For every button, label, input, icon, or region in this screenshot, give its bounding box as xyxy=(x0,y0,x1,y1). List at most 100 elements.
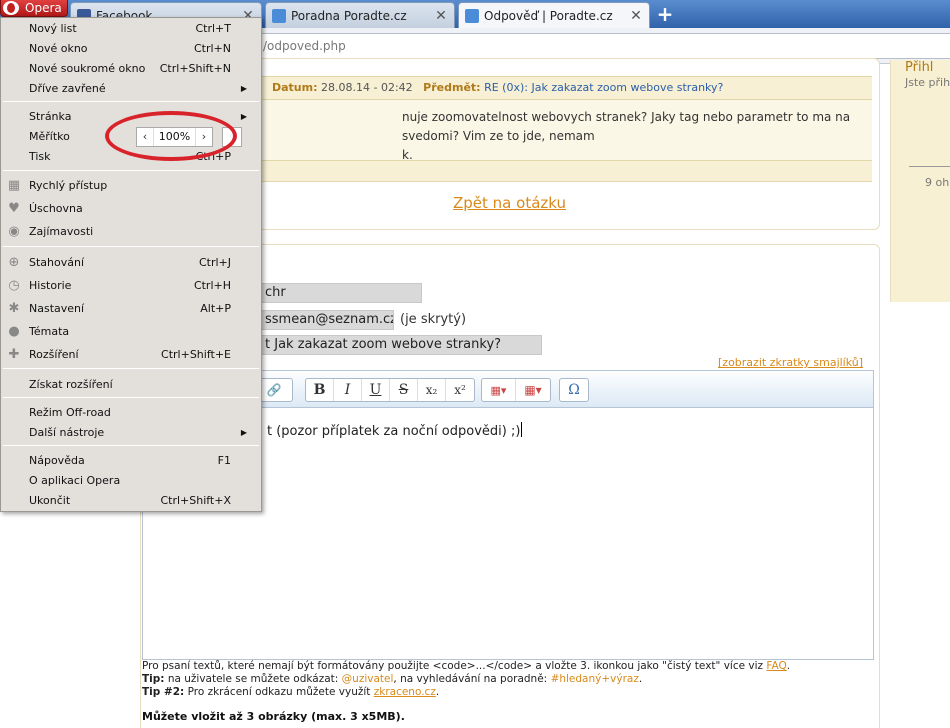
menu-item-extensions[interactable]: ✚ Rozšíření Ctrl+Shift+E xyxy=(1,345,261,365)
menu-label: Historie xyxy=(29,279,72,292)
eye-icon: ◉ xyxy=(8,224,20,239)
menu-shortcut: Ctrl+Shift+X xyxy=(160,494,231,507)
url-field[interactable]: /odpoved.php xyxy=(180,33,950,59)
opera-button-label: Opera xyxy=(25,1,62,15)
new-tab-button[interactable]: + xyxy=(652,4,678,26)
menu-label: Měřítko xyxy=(29,130,70,143)
tab-odpoved[interactable]: Odpověď | Poradte.cz ✕ xyxy=(458,2,650,28)
drop-icon: ● xyxy=(8,324,20,339)
tip-user-example: @uzivatel xyxy=(341,673,394,685)
email-input[interactable]: ssmean@seznam.cz xyxy=(260,310,394,330)
bold-button[interactable]: B xyxy=(306,379,334,401)
menu-shortcut: F1 xyxy=(217,454,231,467)
menu-item-exit[interactable]: Ukončit Ctrl+Shift+X xyxy=(1,491,261,511)
menu-item-history[interactable]: ◷ Historie Ctrl+H xyxy=(1,276,261,296)
toolbar-group-insert: ▦▾ ▦▾ xyxy=(481,378,551,402)
login-sidebar: Přihl Jste přihlá 9 oh xyxy=(890,60,950,302)
menu-item-off-road[interactable]: Režim Off-road xyxy=(1,403,261,423)
menu-shortcut: Ctrl+N xyxy=(193,42,231,55)
table-dropdown-icon[interactable]: ▦▾ xyxy=(516,379,550,401)
zkraceno-link[interactable]: zkraceno.cz xyxy=(374,686,436,698)
menu-separator xyxy=(3,101,259,102)
menu-label: Rychlý přístup xyxy=(29,179,108,192)
tab-title: Odpověď | Poradte.cz xyxy=(484,8,613,23)
speed-dial-icon: ▦ xyxy=(7,178,21,193)
menu-label: Nové soukromé okno xyxy=(29,62,146,75)
menu-label: Témata xyxy=(29,325,70,338)
opera-menu-button[interactable]: Opera xyxy=(0,0,68,17)
menu-label: Nápověda xyxy=(29,454,85,467)
email-hidden-note: (je skrytý) xyxy=(400,312,467,327)
tip-search-example: #hledaný+výraz xyxy=(550,673,639,685)
puzzle-icon: ✚ xyxy=(8,347,20,362)
opera-main-menu: Nový list Ctrl+T Nové okno Ctrl+N Nové sou… xyxy=(0,17,262,512)
menu-item-stash[interactable]: ♥ Úschovna xyxy=(1,199,261,219)
menu-label: Zajímavosti xyxy=(29,225,94,238)
menu-item-settings[interactable]: ✱ Nastavení Alt+P xyxy=(1,299,261,319)
menu-item-about[interactable]: O aplikaci Opera xyxy=(1,471,261,491)
menu-item-speed-dial[interactable]: ▦ Rychlý přístup xyxy=(1,176,261,196)
menu-label: Ukončit xyxy=(29,494,71,507)
subject-label: Předmět: xyxy=(423,81,481,94)
menu-shortcut: Ctrl+Shift+E xyxy=(161,348,231,361)
poradte-favicon-icon xyxy=(465,8,479,23)
date-label: Datum: xyxy=(272,81,318,94)
close-icon[interactable]: ✕ xyxy=(434,8,448,24)
menu-item-recently-closed[interactable]: Dříve zavřené ▶ xyxy=(1,79,261,99)
sidebar-login-text: Jste přihlá xyxy=(905,76,950,89)
strikethrough-button[interactable]: S xyxy=(390,379,418,401)
underline-button[interactable]: U xyxy=(362,379,390,401)
show-smileys-link[interactable]: [zobrazit zkratky smajlíků] xyxy=(718,356,863,369)
upload-note: Můžete vložit až 3 obrázky (max. 3 x5MB)… xyxy=(142,710,405,723)
toolbar-group-format: B I U S x₂ x² xyxy=(305,378,475,402)
menu-label: Nastavení xyxy=(29,302,85,315)
tab-poradna[interactable]: Poradna Poradte.cz ✕ xyxy=(265,2,455,28)
menu-item-more-tools[interactable]: Další nástroje ▶ xyxy=(1,423,261,443)
question-subject: RE (0x): Jak zakazat zoom webove stranky… xyxy=(484,81,724,94)
editor-text: t (pozor příplatek za noční odpovědi) ;) xyxy=(267,424,521,439)
question-line: nuje zoomovatelnost webovych stranek? Ja… xyxy=(402,110,851,143)
heart-icon: ♥ xyxy=(8,201,20,216)
poradte-favicon-icon xyxy=(272,8,286,23)
tip-text: na uživatele se můžete odkázat: xyxy=(164,673,342,685)
download-icon: ⊕ xyxy=(8,255,20,270)
back-to-question-link[interactable]: Zpět na otázku xyxy=(453,194,566,212)
menu-separator xyxy=(3,368,259,369)
menu-label: Úschovna xyxy=(29,202,83,215)
opera-logo-icon xyxy=(3,1,19,15)
close-icon[interactable]: ✕ xyxy=(629,8,643,24)
menu-shortcut: Ctrl+Shift+N xyxy=(159,62,231,75)
special-char-button[interactable]: Ω xyxy=(560,379,588,401)
list-dropdown-icon[interactable]: ▦▾ xyxy=(482,379,516,401)
menu-label: Nové okno xyxy=(29,42,88,55)
menu-label: Získat rozšíření xyxy=(29,378,113,391)
menu-label: Nový list xyxy=(29,22,77,35)
menu-separator xyxy=(3,246,259,247)
menu-item-private-window[interactable]: Nové soukromé okno Ctrl+Shift+N xyxy=(1,59,261,79)
toolbar-group-special: Ω xyxy=(559,378,589,402)
menu-separator xyxy=(3,170,259,171)
menu-label: Tisk xyxy=(29,150,51,163)
menu-separator xyxy=(3,445,259,446)
menu-item-help[interactable]: Nápověda F1 xyxy=(1,451,261,471)
tip2-text: Pro zkrácení odkazu můžete využít xyxy=(184,686,374,698)
italic-button[interactable]: I xyxy=(334,379,362,401)
menu-label: O aplikaci Opera xyxy=(29,474,121,487)
subject-input[interactable]: t Jak zakazat zoom webove stranky? xyxy=(260,335,542,355)
subscript-button[interactable]: x₂ xyxy=(418,379,446,401)
menu-label: Stahování xyxy=(29,256,85,269)
menu-item-new-tab[interactable]: Nový list Ctrl+T xyxy=(1,19,261,39)
menu-item-themes[interactable]: ● Témata xyxy=(1,322,261,342)
menu-shortcut: Ctrl+H xyxy=(193,279,231,292)
menu-item-discover[interactable]: ◉ Zajímavosti xyxy=(1,222,261,242)
menu-item-downloads[interactable]: ⊕ Stahování Ctrl+J xyxy=(1,253,261,273)
superscript-button[interactable]: x² xyxy=(446,379,474,401)
menu-item-new-window[interactable]: Nové okno Ctrl+N xyxy=(1,39,261,59)
sidebar-divider xyxy=(909,166,950,167)
help-text: Pro psaní textů, které nemají být formát… xyxy=(142,660,791,698)
faq-link[interactable]: FAQ xyxy=(766,660,786,672)
menu-separator xyxy=(3,397,259,398)
name-input[interactable]: chr xyxy=(260,283,422,303)
menu-item-get-extensions[interactable]: Získat rozšíření xyxy=(1,375,261,395)
menu-label: Rozšíření xyxy=(29,348,79,361)
